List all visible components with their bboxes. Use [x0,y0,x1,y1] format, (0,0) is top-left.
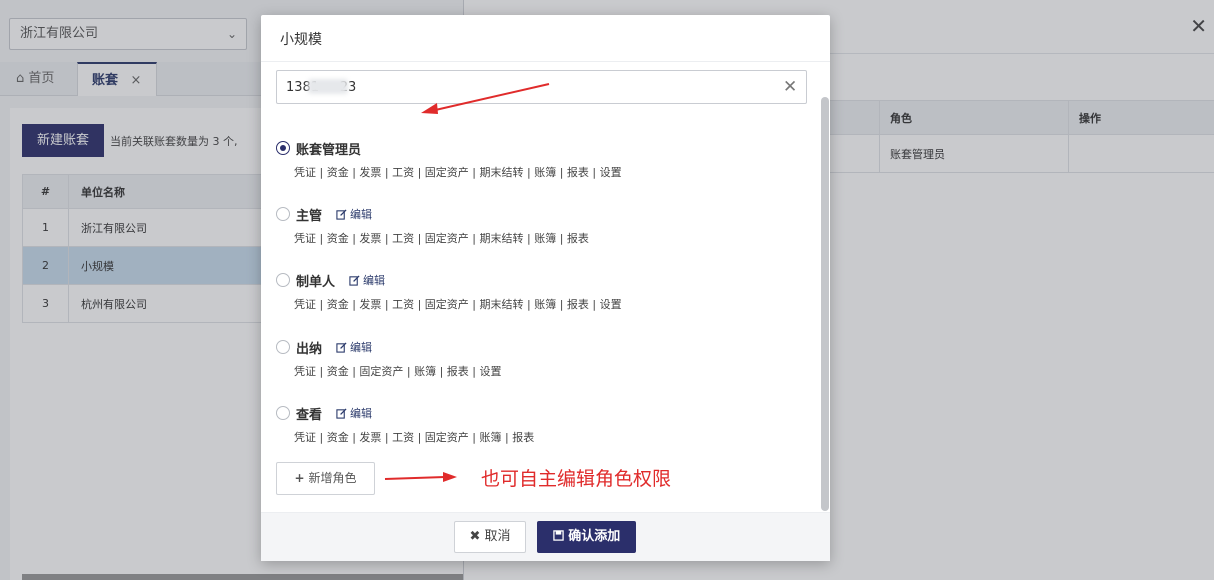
radio-icon[interactable] [276,406,290,420]
radio-icon[interactable] [276,273,290,287]
save-icon [552,530,564,541]
close-icon: ✖ [469,529,481,544]
vertical-scrollbar[interactable] [821,97,829,511]
redaction-blur [308,79,348,94]
cancel-button[interactable]: ✖ 取消 [454,521,526,553]
dialog-title: 小规模 [261,15,830,62]
role-option-viewer[interactable]: 查看 编辑 凭证 | 资金 | 发票 | 工资 | 固定资产 | 账簿 | 报表 [276,403,806,445]
radio-icon[interactable] [276,207,290,221]
edit-role-link[interactable]: 编辑 [336,339,372,355]
edit-icon [336,407,347,419]
confirm-add-button[interactable]: 确认添加 [537,521,636,553]
annotation-arrow-icon [384,472,457,482]
add-role-label: 新增角色 [308,471,357,485]
role-permissions: 凭证 | 资金 | 发票 | 工资 | 固定资产 | 期末结转 | 账簿 | 报… [294,166,622,179]
edit-label: 编辑 [350,341,373,354]
dialog-body: ✕ 账套管理员 凭证 | 资金 | 发票 | 工资 | 固定资产 | 期末结转 … [261,62,830,512]
add-role-button[interactable]: + 新增角色 [276,462,375,495]
dialog-footer: ✖ 取消 确认添加 [261,512,830,561]
role-name: 查看 [296,407,323,423]
confirm-label: 确认添加 [568,529,621,544]
edit-icon [336,341,347,353]
role-option-cashier[interactable]: 出纳 编辑 凭证 | 资金 | 固定资产 | 账簿 | 报表 | 设置 [276,337,806,379]
role-option-preparer[interactable]: 制单人 编辑 凭证 | 资金 | 发票 | 工资 | 固定资产 | 期末结转 |… [276,270,806,312]
edit-role-link[interactable]: 编辑 [336,206,372,222]
radio-icon[interactable] [276,340,290,354]
role-name: 账套管理员 [296,142,362,158]
role-option-admin[interactable]: 账套管理员 凭证 | 资金 | 发票 | 工资 | 固定资产 | 期末结转 | … [276,138,806,180]
role-option-supervisor[interactable]: 主管 编辑 凭证 | 资金 | 发票 | 工资 | 固定资产 | 期末结转 | … [276,204,806,246]
edit-label: 编辑 [363,274,386,287]
cancel-label: 取消 [484,529,511,544]
edit-icon [336,208,347,220]
role-name: 制单人 [296,274,336,290]
clear-input-icon[interactable]: ✕ [783,75,797,99]
role-name: 出纳 [296,341,323,357]
role-name: 主管 [296,208,323,224]
edit-icon [349,274,360,286]
plus-icon: + [294,471,305,485]
role-permissions: 凭证 | 资金 | 发票 | 工资 | 固定资产 | 期末结转 | 账簿 | 报… [294,232,589,245]
add-member-dialog: 小规模 ✕ 账套管理员 凭证 | 资金 | 发票 | 工资 | 固定资产 | 期… [261,15,830,561]
role-permissions: 凭证 | 资金 | 发票 | 工资 | 固定资产 | 账簿 | 报表 [294,431,535,444]
role-permissions: 凭证 | 资金 | 固定资产 | 账簿 | 报表 | 设置 [294,365,502,378]
annotation-arrow-icon [421,83,550,114]
role-permissions: 凭证 | 资金 | 发票 | 工资 | 固定资产 | 期末结转 | 账簿 | 报… [294,298,622,311]
edit-role-link[interactable]: 编辑 [349,272,385,288]
edit-label: 编辑 [350,407,373,420]
annotation-text: 也可自主编辑角色权限 [481,468,672,490]
edit-role-link[interactable]: 编辑 [336,405,372,421]
edit-label: 编辑 [350,208,373,221]
radio-selected-icon[interactable] [276,141,290,155]
